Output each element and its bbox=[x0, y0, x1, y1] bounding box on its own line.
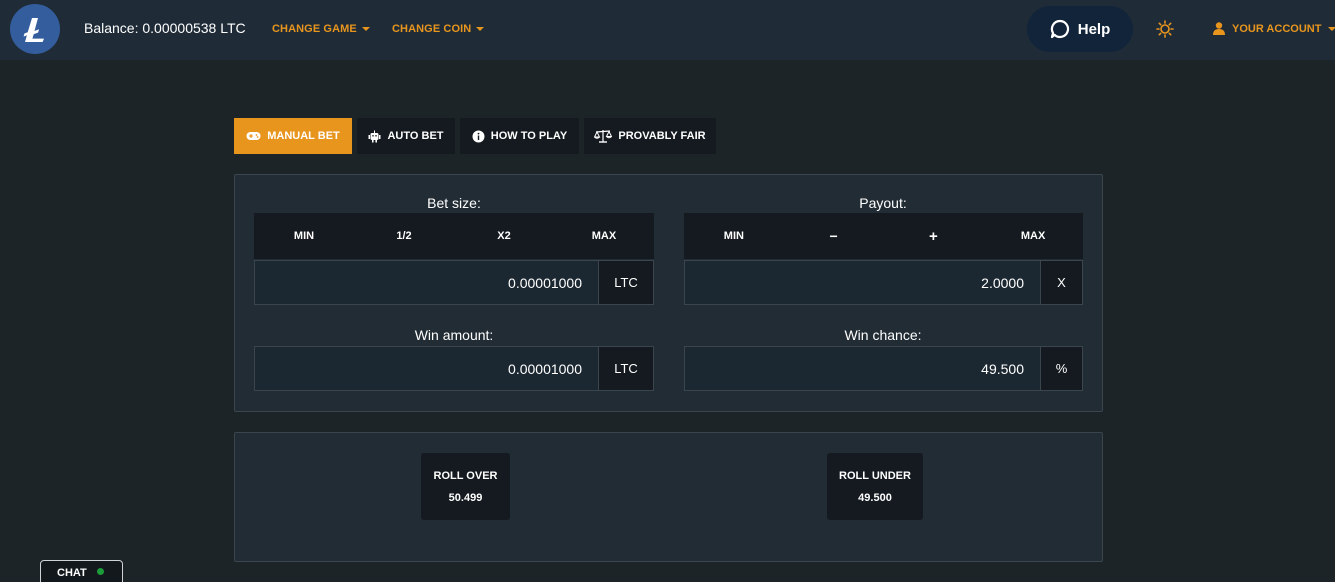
scale-icon bbox=[594, 130, 613, 143]
change-coin-menu[interactable]: CHANGE COIN bbox=[392, 23, 485, 35]
roll-over-label: ROLL OVER bbox=[433, 469, 498, 482]
bet-size-unit: LTC bbox=[598, 261, 653, 304]
bet-min-button[interactable]: MIN bbox=[254, 213, 354, 259]
tab-how-to-play[interactable]: HOW TO PLAY bbox=[460, 118, 579, 154]
help-button[interactable]: Help bbox=[1027, 6, 1133, 52]
win-chance-label: Win chance: bbox=[844, 327, 922, 343]
info-icon bbox=[472, 130, 485, 142]
chat-bubble-icon bbox=[1050, 19, 1069, 39]
change-game-label: CHANGE GAME bbox=[272, 23, 357, 35]
payout-label: Payout: bbox=[859, 195, 907, 211]
chevron-down-icon bbox=[476, 27, 485, 32]
payout-decrease-button[interactable]: − bbox=[784, 213, 884, 259]
tab-manual-bet-label: MANUAL BET bbox=[267, 130, 340, 142]
bet-size-input[interactable]: 0.00001000 LTC bbox=[254, 260, 654, 305]
bet-size-value[interactable]: 0.00001000 bbox=[255, 261, 598, 304]
roll-under-button[interactable]: ROLL UNDER 49.500 bbox=[827, 453, 923, 520]
help-label: Help bbox=[1077, 20, 1111, 38]
tab-manual-bet[interactable]: MANUAL BET bbox=[234, 118, 352, 154]
litecoin-logo-icon[interactable] bbox=[10, 4, 60, 54]
win-chance-unit: % bbox=[1040, 347, 1082, 390]
win-amount-input[interactable]: 0.00001000 LTC bbox=[254, 346, 654, 391]
bet-max-button[interactable]: MAX bbox=[554, 213, 654, 259]
payout-quick-buttons: MIN − + MAX bbox=[684, 213, 1083, 259]
bet-half-button[interactable]: 1/2 bbox=[354, 213, 454, 259]
roll-panel bbox=[234, 432, 1103, 562]
payout-max-button[interactable]: MAX bbox=[983, 213, 1083, 259]
roll-over-button[interactable]: ROLL OVER 50.499 bbox=[421, 453, 510, 520]
win-amount-label: Win amount: bbox=[414, 327, 494, 343]
tab-how-to-play-label: HOW TO PLAY bbox=[490, 130, 568, 142]
change-game-menu[interactable]: CHANGE GAME bbox=[272, 23, 370, 35]
bet-double-button[interactable]: X2 bbox=[454, 213, 554, 259]
account-label: YOUR ACCOUNT bbox=[1232, 22, 1322, 35]
payout-value[interactable]: 2.0000 bbox=[685, 261, 1040, 304]
payout-increase-button[interactable]: + bbox=[884, 213, 984, 259]
payout-unit: X bbox=[1040, 261, 1082, 304]
account-menu[interactable]: YOUR ACCOUNT bbox=[1213, 22, 1335, 35]
online-status-dot bbox=[96, 567, 104, 575]
win-amount-value[interactable]: 0.00001000 bbox=[255, 347, 598, 390]
tab-auto-bet[interactable]: AUTO BET bbox=[357, 118, 455, 154]
payout-input[interactable]: 2.0000 X bbox=[684, 260, 1083, 305]
bet-size-label: Bet size: bbox=[427, 195, 481, 211]
chat-label: CHAT bbox=[57, 567, 87, 579]
win-amount-unit: LTC bbox=[598, 347, 653, 390]
gamepad-icon bbox=[246, 132, 261, 140]
bet-size-quick-buttons: MIN 1/2 X2 MAX bbox=[254, 213, 654, 259]
theme-toggle-sun-icon[interactable] bbox=[1156, 20, 1174, 38]
payout-min-button[interactable]: MIN bbox=[684, 213, 784, 259]
balance-display: Balance: 0.00000538 LTC bbox=[84, 20, 246, 36]
tab-provably-fair-label: PROVABLY FAIR bbox=[618, 130, 706, 142]
top-navbar: Balance: 0.00000538 LTC CHANGE GAME CHAN… bbox=[0, 0, 1335, 60]
tab-provably-fair[interactable]: PROVABLY FAIR bbox=[584, 118, 716, 154]
page-scrollbar[interactable] bbox=[1326, 60, 1335, 582]
user-icon bbox=[1213, 22, 1225, 35]
roll-over-value: 50.499 bbox=[448, 491, 483, 504]
roll-under-value: 49.500 bbox=[858, 491, 892, 504]
chevron-down-icon bbox=[361, 27, 370, 32]
chevron-down-icon bbox=[1328, 26, 1335, 31]
robot-icon bbox=[368, 130, 381, 142]
win-chance-value[interactable]: 49.500 bbox=[685, 347, 1040, 390]
change-coin-label: CHANGE COIN bbox=[392, 23, 472, 35]
roll-under-label: ROLL UNDER bbox=[839, 469, 911, 482]
chat-toggle-button[interactable]: CHAT bbox=[40, 560, 123, 582]
win-chance-input[interactable]: 49.500 % bbox=[684, 346, 1083, 391]
tab-auto-bet-label: AUTO BET bbox=[387, 130, 444, 142]
